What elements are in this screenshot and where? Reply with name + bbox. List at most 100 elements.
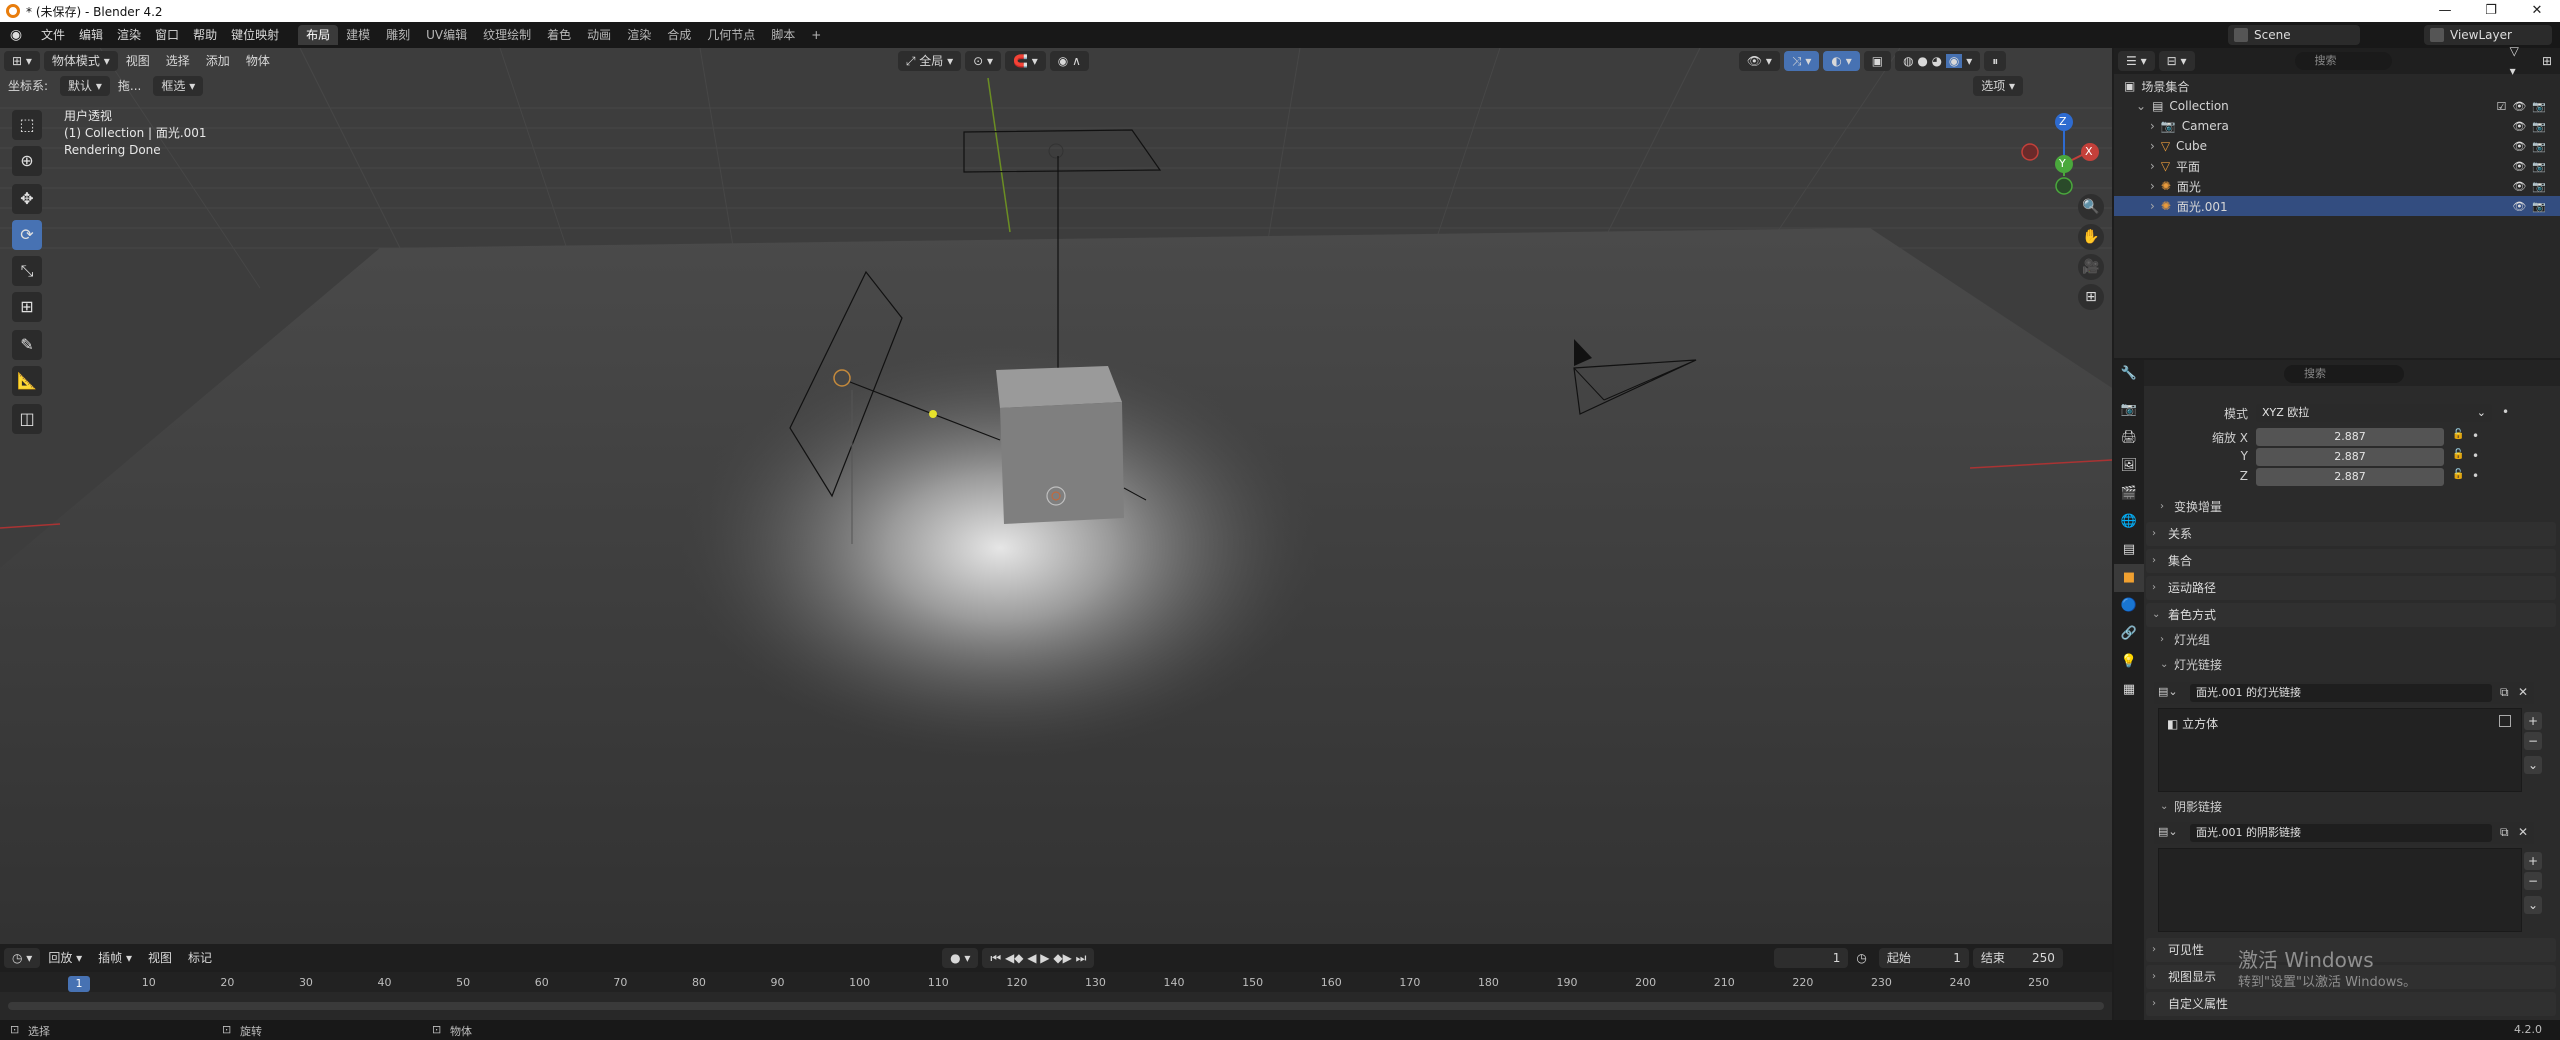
light-target-handle[interactable] xyxy=(929,410,937,418)
collection-browse-icon[interactable]: ▤⌄ xyxy=(2158,685,2178,698)
world-tab-icon[interactable]: 🌐 xyxy=(2114,508,2144,536)
scene-tab-icon[interactable]: 🎬 xyxy=(2114,480,2144,508)
remove-item-button[interactable]: − xyxy=(2524,872,2542,890)
playback-controls[interactable]: ⏮ ◀◆ ◀ ▶ ◆▶ ⏭ xyxy=(982,948,1095,968)
keyframe-dot-icon[interactable]: • xyxy=(2502,405,2509,419)
3d-viewport[interactable]: Z X Y ⊞ ▾ 物体模式 ▾ 视图 选择 添加 物体 ⤢ 全局 ▾ ⊙ ▾ … xyxy=(0,48,2112,944)
remove-item-button[interactable]: − xyxy=(2524,732,2542,750)
view-layer-tab-icon[interactable]: 🖼 xyxy=(2114,452,2144,480)
light-linking-panel[interactable]: ⌄ 灯光链接 xyxy=(2154,654,2534,676)
scene-selector[interactable]: Scene xyxy=(2228,25,2360,45)
tab-modeling[interactable]: 建模 xyxy=(338,25,378,45)
menu-window[interactable]: 窗口 xyxy=(148,22,186,48)
menu-select[interactable]: 选择 xyxy=(158,51,198,71)
unlink-icon[interactable]: ✕ xyxy=(2518,685,2528,699)
cursor-tool-icon[interactable]: ⊕ xyxy=(12,146,42,176)
xray-toggle[interactable]: ▣ xyxy=(1863,51,1892,71)
expand-chevron-icon[interactable]: › xyxy=(2150,179,2155,193)
snap-toggle[interactable]: 🧲 ▾ xyxy=(1005,51,1046,71)
list-menu-button[interactable]: ⌄ xyxy=(2524,896,2542,914)
light-link-list[interactable]: ◧ 立方体 xyxy=(2158,708,2522,792)
expand-chevron-icon[interactable]: › xyxy=(2150,159,2155,173)
keyframe-dot-icon[interactable]: • xyxy=(2472,429,2479,443)
light-link-checkbox[interactable] xyxy=(2499,715,2511,727)
outliner-item[interactable]: › ✺ 面光.001 👁📷 xyxy=(2114,196,2560,216)
pan-hand-icon[interactable]: ✋ xyxy=(2078,224,2104,250)
list-menu-button[interactable]: ⌄ xyxy=(2524,756,2542,774)
lock-icon[interactable]: 🔓 xyxy=(2452,449,2464,460)
tab-uv-editing[interactable]: UV编辑 xyxy=(418,25,475,45)
camera-view-icon[interactable]: 🎥 xyxy=(2078,254,2104,280)
menu-edit[interactable]: 编辑 xyxy=(72,22,110,48)
tab-geometry-nodes[interactable]: 几何节点 xyxy=(699,25,763,45)
overlay-toggle[interactable]: ◐ ▾ xyxy=(1823,51,1860,71)
minimize-button[interactable]: — xyxy=(2422,0,2468,22)
duplicate-icon[interactable]: ⧉ xyxy=(2500,685,2509,700)
visibility-dropdown[interactable]: 👁 ▾ xyxy=(1738,51,1780,71)
collection-visibility-icons[interactable]: ☑👁📷 xyxy=(2496,100,2552,113)
mode-dropdown[interactable]: 物体模式 ▾ xyxy=(43,51,118,71)
keyframe-dot-icon[interactable]: • xyxy=(2472,449,2479,463)
collection-browse-icon[interactable]: ▤⌄ xyxy=(2158,825,2178,838)
shadow-link-field[interactable]: 面光.001 的阴影链接 xyxy=(2190,824,2492,842)
zoom-icon[interactable]: 🔍 xyxy=(2078,194,2104,220)
item-visibility-icons[interactable]: 👁📷 xyxy=(2512,180,2552,193)
properties-search-input[interactable]: 搜索 xyxy=(2284,365,2404,383)
tab-compositing[interactable]: 合成 xyxy=(659,25,699,45)
scale-tool-icon[interactable]: ⤡ xyxy=(12,256,42,286)
collection-row[interactable]: ⌄ ▤ Collection ☑👁📷 xyxy=(2114,96,2560,116)
drag-dropdown[interactable]: 框选 ▾ xyxy=(153,76,204,96)
relations-panel[interactable]: › 关系 xyxy=(2146,522,2556,546)
scale-y-field[interactable]: 2.887 xyxy=(2256,448,2444,466)
tab-sculpting[interactable]: 雕刻 xyxy=(378,25,418,45)
menu-add[interactable]: 添加 xyxy=(198,51,238,71)
tab-animation[interactable]: 动画 xyxy=(579,25,619,45)
item-visibility-icons[interactable]: 👁📷 xyxy=(2512,120,2552,133)
current-frame-field[interactable]: 1 xyxy=(1774,948,1849,968)
custom-properties-panel[interactable]: › 自定义属性 xyxy=(2146,992,2556,1016)
transform-tool-icon[interactable]: ⊞ xyxy=(12,292,42,322)
item-visibility-icons[interactable]: 👁📷 xyxy=(2512,200,2552,213)
outliner-display-mode[interactable]: ⊟ ▾ xyxy=(2158,51,2195,71)
add-item-button[interactable]: + xyxy=(2524,712,2542,730)
playhead[interactable]: 1 xyxy=(68,976,90,992)
outliner-item[interactable]: › 📷 Camera 👁📷 xyxy=(2114,116,2560,136)
tab-layout[interactable]: 布局 xyxy=(298,25,339,45)
duplicate-icon[interactable]: ⧉ xyxy=(2500,825,2509,840)
rotate-tool-icon[interactable]: ⟳ xyxy=(12,220,42,250)
select-box-tool-icon[interactable]: ⬚ xyxy=(12,110,42,140)
add-cube-tool-icon[interactable]: ◫ xyxy=(12,404,42,434)
scale-z-field[interactable]: 2.887 xyxy=(2256,468,2444,486)
collection-tab-icon[interactable]: ▤ xyxy=(2114,536,2144,564)
pause-render-button[interactable]: ⏸ xyxy=(1984,51,2007,71)
move-tool-icon[interactable]: ✥ xyxy=(12,184,42,214)
tab-texture-paint[interactable]: 纹理绘制 xyxy=(475,25,539,45)
keyframe-dot-icon[interactable]: • xyxy=(2472,469,2479,483)
add-workspace-button[interactable]: + xyxy=(803,25,829,45)
gizmo-toggle[interactable]: ⤨ ▾ xyxy=(1783,51,1820,71)
auto-keying-toggle[interactable]: ● ▾ xyxy=(942,948,979,968)
light-data-tab-icon[interactable]: 💡 xyxy=(2114,648,2144,676)
collapse-chevron-icon[interactable]: ⌄ xyxy=(2136,99,2146,113)
menu-file[interactable]: 文件 xyxy=(34,22,72,48)
timeline-scrollbar[interactable] xyxy=(8,1002,2104,1010)
menu-playback[interactable]: 回放 ▾ xyxy=(40,948,90,968)
cube-front[interactable] xyxy=(1000,402,1124,524)
item-visibility-icons[interactable]: 👁📷 xyxy=(2512,160,2552,173)
light-link-field[interactable]: 面光.001 的灯光链接 xyxy=(2190,684,2492,702)
tab-shading[interactable]: 着色 xyxy=(539,25,579,45)
maximize-button[interactable]: ❐ xyxy=(2468,0,2514,22)
expand-chevron-icon[interactable]: › xyxy=(2150,139,2155,153)
texture-tab-icon[interactable]: ▦ xyxy=(2114,676,2144,704)
annotate-tool-icon[interactable]: ✎ xyxy=(12,330,42,360)
cube-top[interactable] xyxy=(996,366,1122,408)
start-frame-field[interactable]: 起始 1 xyxy=(1878,948,1969,968)
shading-panel[interactable]: ⌄ 着色方式 xyxy=(2146,603,2556,627)
timeline-body[interactable] xyxy=(0,992,2112,1020)
clock-icon[interactable]: ◷ xyxy=(1848,948,1874,968)
motion-paths-panel[interactable]: › 运动路径 xyxy=(2146,576,2556,600)
item-visibility-icons[interactable]: 👁📷 xyxy=(2512,140,2552,153)
shadow-link-list[interactable] xyxy=(2158,848,2522,932)
options-dropdown[interactable]: 选项 ▾ xyxy=(1973,76,2024,96)
menu-help[interactable]: 帮助 xyxy=(186,22,224,48)
